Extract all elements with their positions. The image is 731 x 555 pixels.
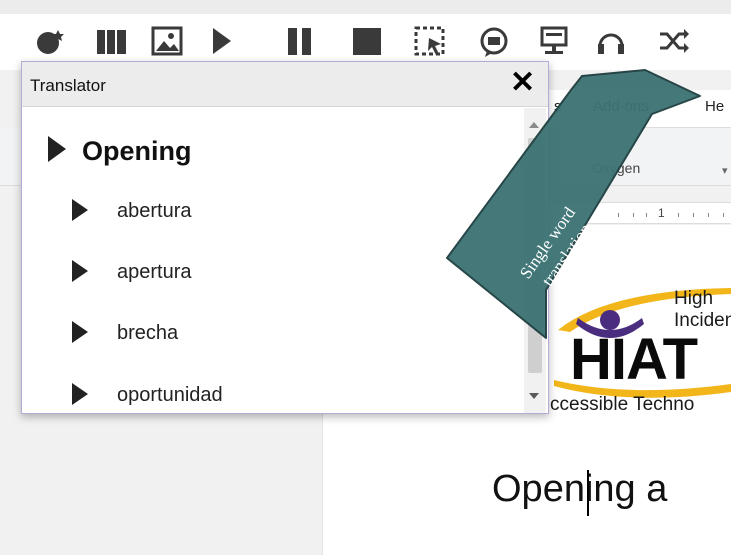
shuffle-icon[interactable] xyxy=(657,24,691,58)
monitor-icon[interactable] xyxy=(537,24,571,58)
translator-header[interactable]: Translator ✕ xyxy=(22,62,548,107)
translation-item[interactable]: apertura xyxy=(22,255,522,305)
font-select[interactable]: Oxygen xyxy=(592,160,640,176)
speech-bubble-icon[interactable] xyxy=(477,24,511,58)
headphones-icon[interactable] xyxy=(594,24,628,58)
screen-select-icon[interactable] xyxy=(413,24,447,58)
translation-item[interactable]: brecha xyxy=(22,316,522,366)
docs-menu-bar: s Add-ons He xyxy=(548,90,731,128)
wand-icon[interactable] xyxy=(34,24,68,58)
pause-icon[interactable] xyxy=(283,24,317,58)
translator-title: Translator xyxy=(30,76,106,95)
translation-word: apertura xyxy=(117,261,192,283)
chevron-down-icon[interactable]: ▾ xyxy=(722,164,728,177)
menu-item-help[interactable]: He xyxy=(705,98,724,115)
scroll-thumb[interactable] xyxy=(528,138,542,373)
logo-tagline: ccessible Techno xyxy=(550,394,695,415)
translation-word: oportunidad xyxy=(117,384,223,406)
ruler: 1 xyxy=(548,202,731,224)
translator-scrollbar[interactable] xyxy=(524,108,546,413)
play-icon[interactable] xyxy=(72,321,88,343)
play-icon[interactable] xyxy=(48,136,66,162)
library-icon[interactable] xyxy=(95,24,129,58)
toolbar xyxy=(0,0,731,70)
translation-word: abertura xyxy=(117,200,192,222)
main-word-row[interactable]: Opening xyxy=(22,118,522,168)
toolbar-top-strip xyxy=(0,0,731,14)
scroll-down-icon[interactable] xyxy=(529,393,539,399)
screen: s Add-ons He Oxygen ▾ 1 High Incidenc HI… xyxy=(0,0,731,555)
ruler-number: 1 xyxy=(658,206,665,220)
translation-item[interactable]: oportunidad xyxy=(22,378,522,413)
document-heading[interactable]: Opening a xyxy=(492,468,667,511)
play-icon[interactable] xyxy=(72,260,88,282)
play-icon[interactable] xyxy=(72,199,88,221)
picture-icon[interactable] xyxy=(150,24,184,58)
menu-item-addons[interactable]: Add-ons xyxy=(593,98,649,115)
menu-item-tools[interactable]: s xyxy=(554,98,562,115)
translator-body: Opening abertura apertura brecha oportun… xyxy=(22,108,522,413)
logo-text-high: High xyxy=(674,288,714,309)
logo-wordmark: HIAT xyxy=(570,327,698,392)
translation-word: brecha xyxy=(117,322,179,344)
text-cursor xyxy=(587,470,589,516)
scroll-up-icon[interactable] xyxy=(529,122,539,128)
translator-panel: Translator ✕ Opening abertura apertura b… xyxy=(21,61,549,414)
play-icon[interactable] xyxy=(72,383,88,405)
translation-item[interactable]: abertura xyxy=(22,194,522,244)
play-icon[interactable] xyxy=(205,24,239,58)
close-icon[interactable]: ✕ xyxy=(510,66,535,100)
main-word: Opening xyxy=(82,136,192,166)
stop-icon[interactable] xyxy=(350,24,384,58)
